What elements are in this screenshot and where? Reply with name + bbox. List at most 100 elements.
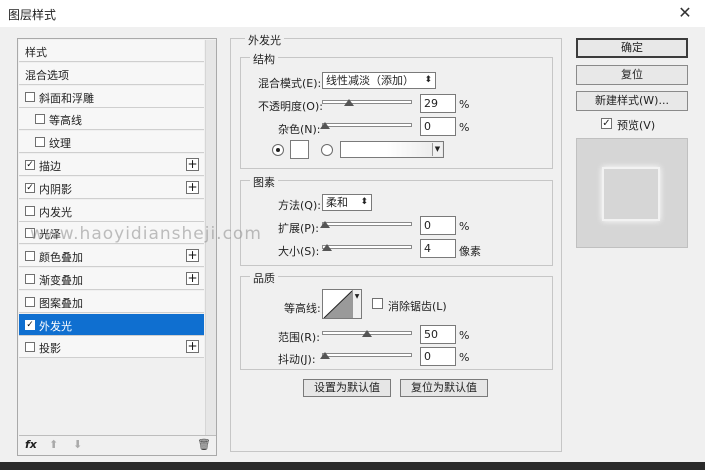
style-list-item[interactable]: ✓ 描边 + (19, 154, 204, 176)
size-unit: 像素 (459, 245, 481, 258)
style-item-checkbox[interactable] (25, 342, 35, 353)
style-item-label: 图案叠加 (39, 296, 83, 310)
ok-button[interactable]: 确定 (576, 38, 688, 58)
add-effect-icon[interactable]: + (186, 158, 199, 171)
move-up-icon[interactable]: ⬆ (49, 438, 58, 451)
style-list-item[interactable]: 样式 (19, 40, 204, 62)
style-item-checkbox[interactable]: ✓ (25, 182, 35, 193)
glow-color-swatch[interactable] (290, 140, 309, 159)
size-label: 大小(S): (278, 245, 320, 258)
jitter-input[interactable]: 0 (420, 347, 456, 366)
blend-mode-label: 混合模式(E): (258, 77, 322, 90)
style-item-checkbox[interactable] (25, 296, 35, 307)
style-item-checkbox[interactable] (35, 114, 45, 125)
structure-legend: 结构 (250, 51, 278, 67)
style-item-label: 投影 (39, 342, 61, 356)
make-default-button[interactable]: 设置为默认值 (303, 379, 391, 397)
add-effect-icon[interactable]: + (186, 272, 199, 285)
size-slider[interactable] (322, 245, 412, 249)
move-down-icon[interactable]: ⬇ (73, 438, 82, 451)
style-item-checkbox[interactable] (25, 274, 35, 284)
style-list-item[interactable]: 等高线 (19, 108, 204, 131)
spread-slider[interactable] (322, 222, 412, 226)
range-slider-thumb[interactable] (362, 330, 372, 337)
jitter-slider[interactable] (322, 353, 412, 357)
add-effect-icon[interactable]: + (186, 180, 199, 194)
style-item-label: 内发光 (39, 205, 72, 219)
style-list-item[interactable]: ✓ 外发光 (19, 313, 204, 336)
style-item-checkbox[interactable] (25, 251, 35, 262)
updown-arrow-icon: ⬍ (360, 197, 368, 207)
style-item-checkbox[interactable] (25, 205, 35, 216)
style-list-item[interactable]: 斜面和浮雕 (19, 85, 204, 108)
style-item-label: 纹理 (49, 137, 71, 151)
close-icon[interactable]: ✕ (674, 2, 696, 24)
blend-mode-select[interactable]: 线性减淡（添加） ⬍ (322, 72, 436, 89)
add-effect-icon[interactable]: + (186, 340, 199, 354)
style-list-item[interactable]: 颜色叠加 + (19, 245, 204, 268)
noise-slider[interactable] (322, 123, 412, 127)
chevron-down-icon[interactable]: ▼ (432, 143, 442, 156)
style-item-label: 等高线 (49, 114, 82, 128)
style-item-label: 描边 (39, 160, 61, 173)
gradient-picker[interactable]: ▼ (340, 141, 444, 158)
style-list-item[interactable]: 混合选项 (19, 62, 204, 85)
spread-unit: % (459, 220, 470, 233)
spread-input[interactable]: 0 (420, 216, 456, 235)
antialias-label: 消除锯齿(L) (388, 300, 447, 313)
gradient-radio[interactable] (321, 144, 333, 156)
style-list-item[interactable]: 渐变叠加 + (19, 268, 204, 290)
quality-legend: 品质 (250, 270, 278, 286)
preview-checkbox[interactable]: ✓ (601, 118, 612, 129)
chevron-down-icon[interactable]: ▼ (352, 290, 361, 318)
blend-mode-value: 线性减淡（添加） (326, 74, 414, 87)
contour-picker[interactable]: ▼ (322, 289, 362, 319)
fx-icon[interactable]: fx (25, 438, 37, 451)
style-item-label: 颜色叠加 (39, 251, 83, 265)
noise-label: 杂色(N): (278, 123, 321, 136)
style-item-label: 渐变叠加 (39, 274, 83, 287)
preview-label: 预览(V) (617, 119, 656, 132)
add-effect-icon[interactable]: + (186, 249, 199, 263)
solid-color-radio[interactable] (272, 144, 284, 156)
noise-input[interactable]: 0 (420, 117, 456, 136)
size-input[interactable]: 4 (420, 239, 456, 258)
style-item-label: 内阴影 (39, 182, 72, 196)
contour-curve-icon (323, 290, 353, 318)
noise-slider-thumb[interactable] (320, 122, 330, 129)
title-bar (0, 0, 705, 27)
style-list-item[interactable]: ✓ 内阴影 + (19, 176, 204, 199)
range-input[interactable]: 50 (420, 325, 456, 344)
contour-label: 等高线: (284, 302, 321, 315)
style-item-checkbox[interactable] (25, 91, 35, 102)
new-style-button[interactable]: 新建样式(W)... (576, 91, 688, 111)
spread-slider-thumb[interactable] (320, 221, 330, 228)
style-list-panel: 样式 混合选项 斜面和浮雕 等高线 纹理 ✓ 描边 + ✓ 内阴影 + 内发光 光泽 颜色叠加 + 渐变叠加 +… (17, 38, 217, 456)
trash-icon[interactable]: 🗑 (197, 438, 211, 451)
antialias-checkbox[interactable] (372, 298, 383, 309)
style-item-checkbox[interactable] (35, 137, 45, 148)
opacity-slider-thumb[interactable] (344, 99, 355, 106)
jitter-slider-thumb[interactable] (320, 352, 330, 359)
style-list-item[interactable]: 投影 + (19, 336, 204, 359)
reset-default-button[interactable]: 复位为默认值 (400, 379, 488, 397)
style-item-checkbox[interactable]: ✓ (25, 319, 35, 330)
opacity-input[interactable]: 29 (420, 94, 456, 113)
style-list-footer: fx ⬆ ⬇ 🗑 (19, 435, 216, 455)
style-list-item[interactable]: 纹理 (19, 131, 204, 154)
opacity-slider[interactable] (322, 100, 412, 104)
updown-arrow-icon: ⬍ (424, 75, 432, 85)
jitter-label: 抖动(J): (278, 353, 316, 366)
preview-thumbnail (602, 167, 660, 221)
style-list-item[interactable]: 图案叠加 (19, 290, 204, 313)
elements-legend: 图素 (250, 174, 278, 190)
jitter-unit: % (459, 351, 470, 364)
method-select[interactable]: 柔和 ⬍ (322, 194, 372, 211)
style-list-item[interactable]: 内发光 (19, 199, 204, 222)
size-slider-thumb[interactable] (321, 244, 332, 251)
style-item-label: 混合选项 (25, 68, 69, 82)
method-label: 方法(Q): (278, 199, 321, 212)
reset-button[interactable]: 复位 (576, 65, 688, 85)
style-item-checkbox[interactable]: ✓ (25, 160, 35, 170)
style-item-label: 样式 (25, 46, 47, 59)
